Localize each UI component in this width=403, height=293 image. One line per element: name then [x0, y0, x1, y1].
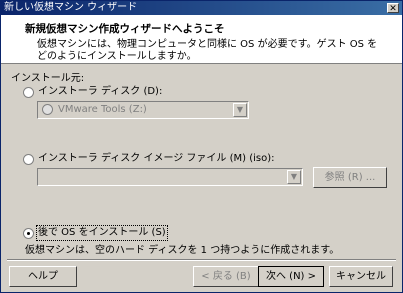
- title-bar: 新しい仮想マシン ウィザード ✕: [1, 1, 402, 15]
- radio-install-later[interactable]: [23, 228, 34, 239]
- help-button[interactable]: ヘルプ: [9, 266, 77, 287]
- cancel-button[interactable]: キャンセル: [329, 266, 393, 287]
- header-description: 仮想マシンには、物理コンピュータと同様に OS が必要です。ゲスト OS をどの…: [37, 39, 378, 62]
- iso-image-label: インストーラ ディスク イメージ ファイル (M) (iso):: [38, 153, 275, 164]
- next-button[interactable]: 次へ (N) >: [258, 266, 324, 287]
- iso-select[interactable]: ▼: [37, 168, 303, 186]
- radio-iso-image[interactable]: [23, 154, 34, 165]
- disc-select[interactable]: VMware Tools (Z:) ▼: [37, 101, 249, 119]
- back-button[interactable]: < 戻る (B): [193, 266, 259, 287]
- header-title: 新規仮想マシン作成ウィザードへようこそ: [25, 23, 225, 35]
- install-source-label: インストール元:: [11, 73, 85, 84]
- wizard-header: 新規仮想マシン作成ウィザードへようこそ 仮想マシンには、物理コンピュータと同様に…: [1, 15, 402, 64]
- install-later-label: 後で OS をインストール (S): [36, 225, 168, 241]
- disc-select-value: VMware Tools (Z:): [58, 104, 147, 115]
- footer-divider: [7, 259, 396, 261]
- radio-installer-disc[interactable]: [23, 87, 34, 98]
- chevron-down-icon[interactable]: ▼: [233, 103, 247, 117]
- browse-button[interactable]: 参照 (R) ...: [313, 167, 387, 188]
- close-icon[interactable]: ✕: [387, 3, 399, 14]
- install-later-note: 仮想マシンは、空のハード ディスクを 1 つ持つように作成されます。: [25, 245, 340, 256]
- window-title: 新しい仮想マシン ウィザード: [4, 2, 138, 13]
- wizard-window: 新しい仮想マシン ウィザード ✕ 新規仮想マシン作成ウィザードへようこそ 仮想マ…: [0, 0, 403, 293]
- disc-drive-icon: [42, 104, 53, 115]
- chevron-down-icon[interactable]: ▼: [287, 170, 301, 184]
- installer-disc-label: インストーラ ディスク (D):: [38, 86, 163, 97]
